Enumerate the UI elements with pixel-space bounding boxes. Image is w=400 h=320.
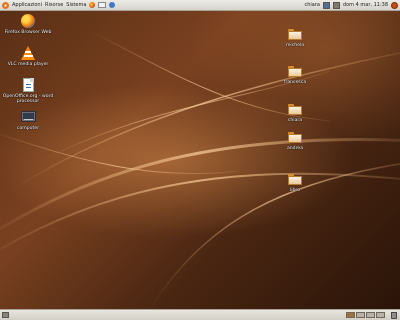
show-desktop-icon[interactable] xyxy=(2,312,9,318)
folder-michela[interactable]: michela xyxy=(268,26,322,48)
desktop-icon-vlc[interactable]: VLC media player xyxy=(1,45,55,67)
bottom-panel xyxy=(0,309,400,320)
desktop-icon-computer[interactable]: computer xyxy=(1,109,55,131)
wallpaper-swooshes xyxy=(0,30,400,309)
menu-applications[interactable]: Applicazioni xyxy=(12,2,42,8)
workspace-1[interactable] xyxy=(346,312,355,318)
workspace-switcher xyxy=(346,312,385,318)
network-icon[interactable] xyxy=(322,1,330,9)
folder-label: michela xyxy=(285,43,305,48)
top-panel: Applicazioni Risorse Sistema chiara dom … xyxy=(0,0,400,11)
panel-tray: chiara dom 4 mar, 11:38 xyxy=(304,1,400,9)
help-launcher-icon[interactable] xyxy=(109,2,116,8)
workspace-4[interactable] xyxy=(376,312,385,318)
folder-label: andrea xyxy=(286,146,304,151)
firefox-launcher-icon[interactable] xyxy=(89,2,96,8)
volume-icon[interactable] xyxy=(332,1,340,9)
document-icon xyxy=(20,77,36,93)
computer-icon xyxy=(20,109,36,125)
folder-label: francesca xyxy=(283,80,307,85)
menu-system[interactable]: Sistema xyxy=(66,2,86,8)
folder-francesca[interactable]: francesca xyxy=(268,63,322,85)
menu-places[interactable]: Risorse xyxy=(45,2,63,8)
desktop-icon-firefox[interactable]: Firefox Browser Web xyxy=(1,13,55,35)
folder-icon xyxy=(287,26,303,42)
desktop-icon-label: VLC media player xyxy=(7,62,49,67)
mail-launcher-icon[interactable] xyxy=(98,2,107,8)
user-name[interactable]: chiara xyxy=(304,2,320,8)
desktop-icon-label: Firefox Browser Web xyxy=(4,30,52,35)
workspace-3[interactable] xyxy=(366,312,375,318)
ubuntu-logo-icon[interactable] xyxy=(2,1,9,9)
folder-label: libro xyxy=(289,188,301,193)
folder-label: chiara xyxy=(287,118,303,123)
trash-icon[interactable] xyxy=(391,311,397,319)
desktop-icon-label: computer xyxy=(16,126,40,131)
folder-libro[interactable]: libro xyxy=(268,171,322,193)
desktop[interactable]: Firefox Browser Web VLC media player Ope… xyxy=(0,11,400,309)
folder-icon xyxy=(287,63,303,79)
vlc-icon xyxy=(20,45,36,61)
folder-icon xyxy=(287,101,303,117)
clock[interactable]: dom 4 mar, 11:38 xyxy=(343,2,388,8)
power-icon[interactable] xyxy=(391,1,398,9)
folder-icon xyxy=(287,171,303,187)
folder-chiara[interactable]: chiara xyxy=(268,101,322,123)
folder-andrea[interactable]: andrea xyxy=(268,129,322,151)
desktop-icon-openoffice[interactable]: OpenOffice.org - word processor xyxy=(1,77,55,105)
firefox-icon xyxy=(20,13,36,29)
workspace-2[interactable] xyxy=(356,312,365,318)
folder-icon xyxy=(287,129,303,145)
desktop-icon-label: OpenOffice.org - word processor xyxy=(2,94,54,105)
